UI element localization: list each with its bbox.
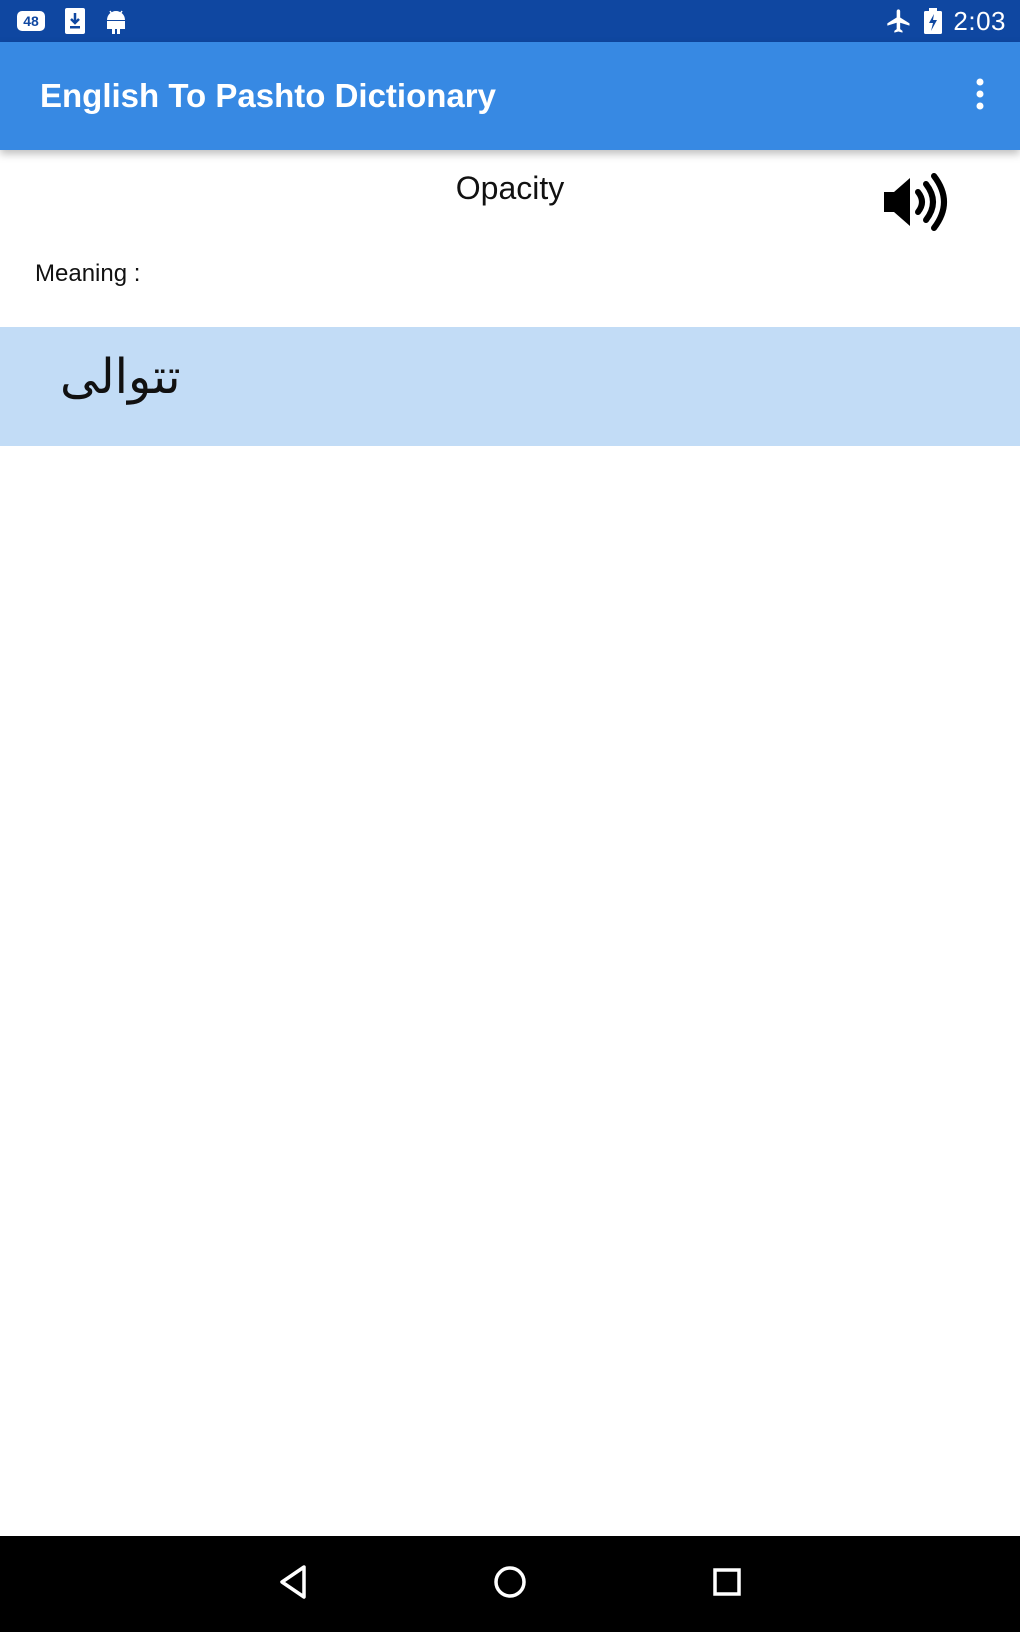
battery-charging-icon (923, 7, 943, 35)
english-word: Opacity (455, 170, 565, 206)
navigation-bar (0, 1536, 1020, 1632)
overflow-menu-icon (974, 77, 986, 116)
word-header: Opacity (0, 150, 1020, 240)
overflow-menu-button[interactable] (958, 72, 1002, 120)
app-bar: English To Pashto Dictionary (0, 42, 1020, 150)
app-title: English To Pashto Dictionary (40, 77, 496, 114)
back-icon (276, 1563, 310, 1606)
android-icon (104, 7, 128, 35)
48-badge-icon: 48 (16, 9, 46, 33)
speaker-icon (880, 173, 952, 238)
home-icon (492, 1564, 528, 1605)
48-badge-text: 48 (23, 13, 39, 29)
status-bar-right: 2:03 (885, 0, 1006, 42)
meaning-label: Meaning : (35, 260, 141, 287)
airplane-mode-icon (885, 7, 913, 35)
status-bar: 48 2:03 (0, 0, 1020, 42)
back-button[interactable] (263, 1556, 323, 1612)
pashto-meaning: تتوالی (60, 349, 181, 405)
download-icon (64, 7, 86, 35)
status-bar-left: 48 (16, 0, 128, 42)
meaning-panel: تتوالی (0, 327, 1020, 446)
status-time: 2:03 (953, 5, 1006, 36)
recents-button[interactable] (697, 1556, 757, 1612)
recents-icon (711, 1566, 743, 1603)
home-button[interactable] (480, 1556, 540, 1612)
pronounce-button[interactable] (880, 170, 952, 234)
